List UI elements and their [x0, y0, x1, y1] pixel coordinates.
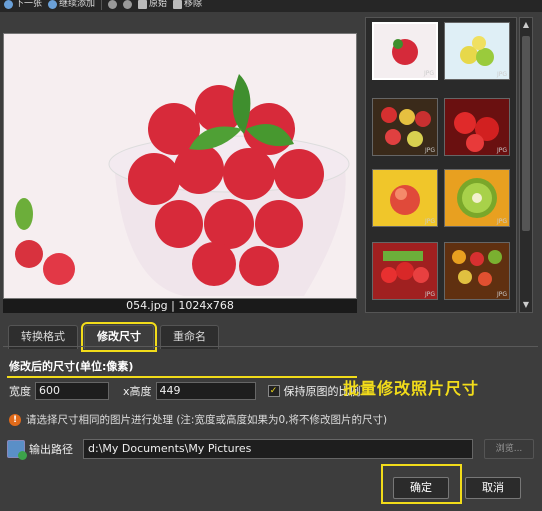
image-caption: 054.jpg | 1024x768	[3, 299, 357, 313]
thumbnail-tag: JPG	[496, 291, 507, 298]
next-arrow-icon	[4, 0, 13, 9]
thumbnail-grid: JPG JPG JPG JPG JPG JPG JPG JPG	[365, 17, 517, 313]
thumbnail-tag: JPG	[496, 71, 507, 78]
original-button[interactable]: 原始	[138, 0, 167, 10]
original-label: 原始	[149, 0, 168, 9]
width-input[interactable]: 600	[35, 382, 109, 400]
toolbar: 下一张 继续添加 原始 移除	[0, 0, 542, 12]
cancel-button[interactable]: 取消	[465, 477, 521, 499]
thumbnail-item[interactable]: JPG	[444, 98, 510, 156]
output-path-input[interactable]: d:\My Documents\My Pictures	[83, 439, 473, 459]
remove-button[interactable]: 移除	[173, 0, 202, 10]
browse-button[interactable]: 浏览...	[484, 439, 534, 459]
thumbnail-scrollbar[interactable]: ▲ ▼	[519, 17, 533, 313]
next-label: 下一张	[15, 0, 43, 9]
height-label: x高度	[123, 385, 152, 398]
zoom-in-icon	[108, 0, 118, 9]
thumbnail-item[interactable]: JPG	[444, 22, 510, 80]
ok-button[interactable]: 确定	[393, 477, 449, 499]
remove-label: 移除	[184, 0, 203, 9]
add-icon	[48, 0, 58, 9]
thumbnail-tag: JPG	[496, 218, 507, 225]
thumbnail-tag: JPG	[424, 291, 435, 298]
resize-panel: 修改后的尺寸(单位:像素) 宽度 600 x高度 449 ✓ 保持原图的比例 批…	[3, 346, 538, 506]
toolbar-divider	[101, 0, 103, 10]
thumbnail-item[interactable]: JPG	[444, 169, 510, 227]
thumbnail-tag: JPG	[496, 147, 507, 154]
thumbnail-item[interactable]: JPG	[372, 22, 438, 80]
continue-add-button[interactable]: 继续添加	[48, 0, 95, 10]
highlight-underline	[7, 376, 357, 378]
scroll-down-icon[interactable]: ▼	[520, 299, 532, 311]
thumbnail-tag: JPG	[424, 218, 435, 225]
thumbnail-item[interactable]: JPG	[372, 169, 438, 227]
image-preview	[3, 33, 357, 299]
remove-icon	[173, 0, 183, 9]
scroll-up-icon[interactable]: ▲	[520, 19, 532, 31]
keep-ratio-checkbox[interactable]: ✓	[267, 385, 280, 397]
thumbnail-item[interactable]: JPG	[372, 242, 438, 300]
thumbnail-tag: JPG	[423, 70, 434, 77]
notice-row: ! 请选择尺寸相同的图片进行处理 (注:宽度或高度如果为0,将不修改图片的尺寸)	[9, 412, 387, 427]
zoom-in-button[interactable]	[108, 0, 118, 9]
output-row: 输出路径 d:\My Documents\My Pictures	[7, 439, 473, 460]
width-label: 宽度	[9, 385, 31, 398]
next-button[interactable]: 下一张	[4, 0, 42, 10]
zoom-out-button[interactable]	[123, 0, 133, 9]
output-label: 输出路径	[29, 443, 73, 456]
scrollbar-thumb[interactable]	[522, 36, 530, 231]
original-size-icon	[138, 0, 148, 9]
raspberry-photo	[4, 34, 356, 298]
thumbnail-item[interactable]: JPG	[444, 242, 510, 300]
thumbnail-item[interactable]: JPG	[372, 98, 438, 156]
continue-add-label: 继续添加	[59, 0, 96, 9]
output-folder-icon	[7, 440, 27, 460]
warning-icon: !	[9, 413, 21, 426]
promo-caption: 批量修改照片尺寸	[343, 379, 480, 398]
zoom-out-icon	[123, 0, 133, 9]
notice-text: 请选择尺寸相同的图片进行处理 (注:宽度或高度如果为0,将不修改图片的尺寸)	[26, 414, 388, 426]
size-row: 宽度 600 x高度 449 ✓ 保持原图的比例	[9, 382, 361, 400]
section-title: 修改后的尺寸(单位:像素)	[9, 360, 134, 373]
thumbnail-tag: JPG	[424, 147, 435, 154]
height-input[interactable]: 449	[155, 382, 256, 400]
